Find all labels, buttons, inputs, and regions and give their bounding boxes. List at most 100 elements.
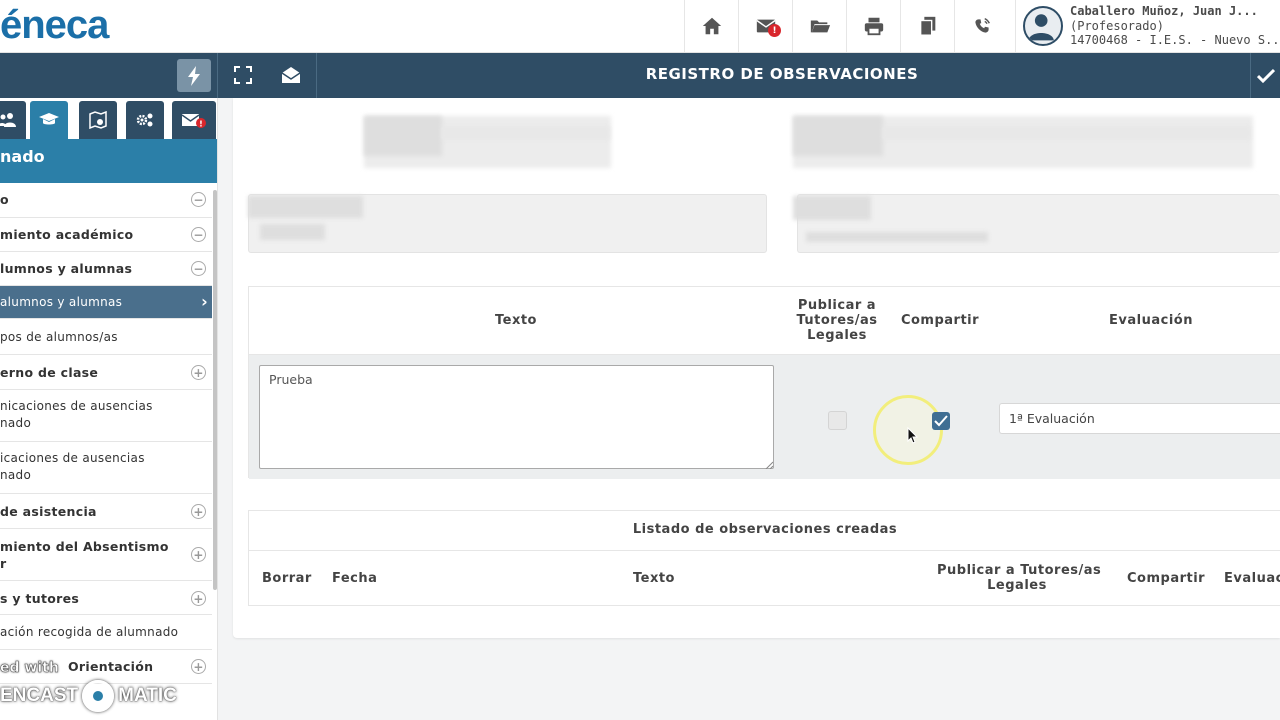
column-header-publicar-line2: Tutores/as <box>796 313 878 328</box>
column-header-publicar: Publicar a Tutores/as Legales <box>789 298 885 343</box>
evaluacion-select[interactable]: 1ª Evaluación <box>999 403 1280 434</box>
sidebar-item-label: icaciones de ausencias <box>0 451 145 465</box>
sidebar-item-grupos[interactable]: pos de alumnos/as <box>0 319 212 355</box>
watermark-caption: ed with <box>0 660 59 677</box>
sidebar-item-label: lumnos y alumnas <box>0 261 133 276</box>
column-header-publicar-line3: Legales <box>807 328 867 343</box>
divider <box>316 53 317 98</box>
column-header-publicar-line1: Publicar a <box>797 298 877 313</box>
mail-badge: ! <box>768 24 781 37</box>
fullscreen-button[interactable] <box>228 60 258 90</box>
envelope-open-icon <box>281 67 301 83</box>
phone-button[interactable] <box>954 0 1008 52</box>
avatar <box>1023 6 1063 46</box>
watermark-brand-left: ENCAST <box>0 685 79 706</box>
sidebar-item-label: miento del Absentismo <box>0 539 169 554</box>
list-column-borrar: Borrar <box>262 571 312 586</box>
sidebar-item-alumnos-active[interactable]: alumnos y alumnas › <box>0 286 212 319</box>
expand-icon <box>234 66 252 84</box>
publicar-tutores-checkbox[interactable] <box>828 411 847 430</box>
expand-plus-icon[interactable]: + <box>191 547 206 562</box>
mail-alert-icon: ! <box>181 114 206 129</box>
expand-plus-icon[interactable]: + <box>191 365 206 380</box>
sidebar-item-label: pos de alumnos/as <box>0 330 118 344</box>
sidebar-scrollbar[interactable] <box>213 190 217 590</box>
sidebar-tabs: ! <box>0 101 217 139</box>
sidebar-item-cuaderno[interactable]: erno de clase + <box>0 355 212 390</box>
sidebar-item-label: ación recogida de alumnado <box>0 625 179 639</box>
blurred-block <box>793 196 871 220</box>
bolt-icon <box>188 65 200 86</box>
mouse-cursor-icon <box>907 427 919 444</box>
gears-icon <box>136 113 153 127</box>
sidebar-item-label: de asistencia <box>0 504 97 519</box>
list-column-publicar-line1: Publicar a Tutores/as <box>937 563 1102 578</box>
blurred-block <box>364 116 442 156</box>
sidebar-header-band <box>0 53 218 98</box>
sidebar-item-label: s y tutores <box>0 591 80 606</box>
print-icon <box>864 17 883 36</box>
check-icon <box>1256 68 1275 83</box>
sidebar-item-absentismo[interactable]: miento del Absentismo r + <box>0 529 212 581</box>
sidebar-item-asistencia[interactable]: de asistencia + <box>0 494 212 529</box>
column-header-compartir: Compartir <box>900 313 980 328</box>
sidebar-item-recogida[interactable]: ación recogida de alumnado <box>0 615 212 650</box>
sidebar-item-label: erno de clase <box>0 365 99 380</box>
sidebar: ! nado o − miento académico − lumnos y a… <box>0 98 218 720</box>
list-column-publicar-line2: Legales <box>987 578 1047 593</box>
tab-mensajes[interactable]: ! <box>172 101 216 139</box>
form-input-row: 1ª Evaluación <box>249 355 1280 479</box>
observation-text-input[interactable] <box>259 365 774 469</box>
sidebar-item-comunicaciones[interactable]: nicaciones de ausencias nado <box>0 390 212 442</box>
check-icon <box>934 415 948 427</box>
user-profile[interactable]: Caballero Muñoz, Juan J... (Profesorado)… <box>1015 0 1280 52</box>
column-header-texto: Texto <box>495 313 537 328</box>
collapse-icon[interactable]: − <box>191 192 206 207</box>
collapse-icon[interactable]: − <box>191 227 206 242</box>
form-header-row: Texto Publicar a Tutores/as Legales Comp… <box>249 287 1280 355</box>
collapse-icon[interactable]: − <box>191 261 206 276</box>
messages-button[interactable] <box>276 60 306 90</box>
watermark-brand-right: MATIC <box>118 685 177 706</box>
seneca-logo[interactable]: éneca <box>0 2 109 48</box>
expand-plus-icon[interactable]: + <box>191 591 206 606</box>
tab-alumnado[interactable] <box>30 101 68 139</box>
user-center: 14700468 - I.E.S. - Nuevo S... <box>1070 33 1280 47</box>
sidebar-item-notificaciones[interactable]: icaciones de ausencias nado <box>0 442 212 494</box>
sidebar-item-label: miento académico <box>0 227 134 242</box>
blurred-block <box>793 116 883 156</box>
page-title: REGISTRO DE OBSERVACIONES <box>645 65 919 83</box>
phone-icon <box>974 17 990 33</box>
sidebar-item-0[interactable]: o − <box>0 183 212 218</box>
copy-icon <box>919 16 935 36</box>
mail-button[interactable]: ! <box>738 0 792 52</box>
watermark-brand: ENCAST MATIC <box>0 680 177 712</box>
copy-button[interactable] <box>900 0 954 52</box>
map-settings-icon <box>89 111 107 129</box>
compartir-checkbox[interactable] <box>932 412 950 430</box>
mail-alert-badge: ! <box>199 120 203 129</box>
tab-centro[interactable] <box>79 101 117 139</box>
watermark-logo-icon <box>82 680 115 712</box>
folder-button[interactable] <box>792 0 846 52</box>
top-bar: éneca ! Caballero Muñoz, Juan J... (Prof… <box>0 0 1280 53</box>
recording-watermark: ed with ENCAST MATIC <box>0 660 218 720</box>
list-column-publicar: Publicar a Tutores/as Legales <box>937 563 1102 593</box>
header-band: REGISTRO DE OBSERVACIONES <box>0 53 1280 98</box>
sidebar-item-tutores[interactable]: s y tutores + <box>0 581 212 615</box>
sidebar-item-seguimiento[interactable]: miento académico − <box>0 218 212 252</box>
tab-users[interactable] <box>0 101 26 139</box>
confirm-button[interactable] <box>1250 53 1280 98</box>
sidebar-item-alumnos[interactable]: lumnos y alumnas − <box>0 252 212 286</box>
list-column-texto: Texto <box>633 571 675 586</box>
folder-open-icon <box>810 20 830 33</box>
resize-grip-icon[interactable] <box>765 461 773 469</box>
home-icon <box>702 17 721 35</box>
quick-access-button[interactable] <box>177 59 211 92</box>
print-button[interactable] <box>846 0 900 52</box>
blurred-block <box>248 196 363 218</box>
users-icon <box>0 113 16 127</box>
tab-utilidades[interactable] <box>126 101 164 139</box>
expand-plus-icon[interactable]: + <box>191 504 206 519</box>
home-button[interactable] <box>684 0 738 52</box>
